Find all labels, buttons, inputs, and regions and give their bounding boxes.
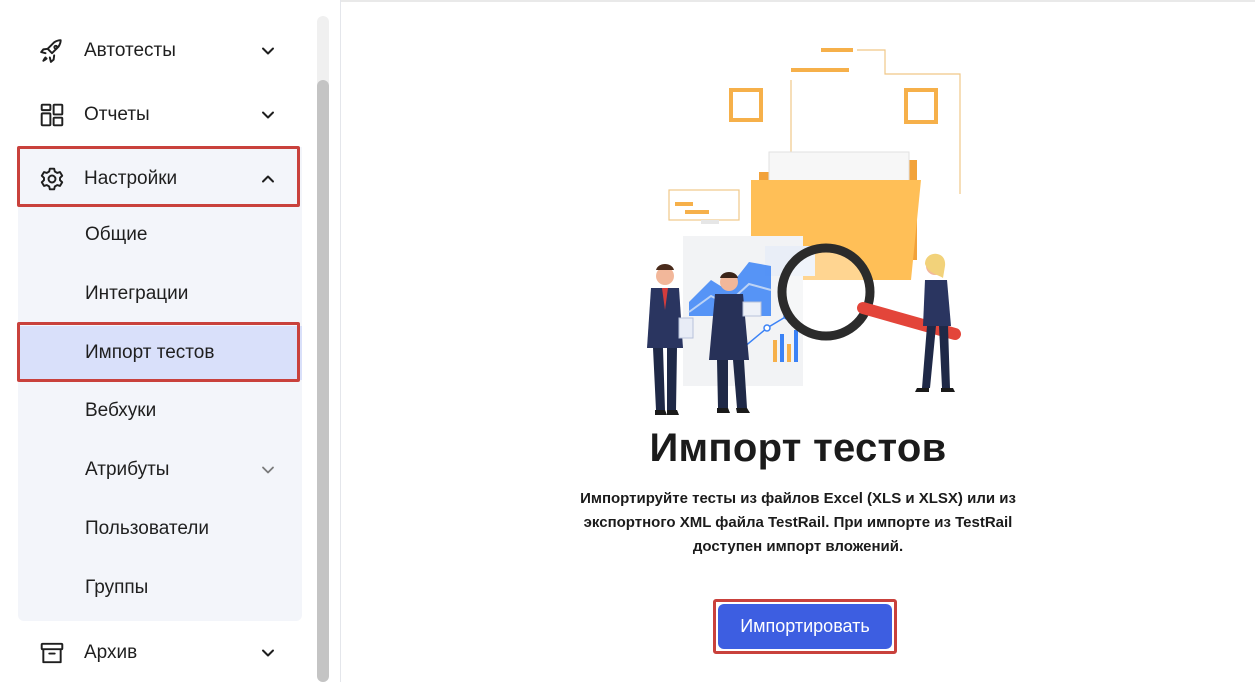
sidebar-subitem-label: Группы xyxy=(85,577,149,598)
sidebar-subitem-groups[interactable]: Группы xyxy=(18,562,302,614)
chevron-up-icon[interactable] xyxy=(256,167,280,191)
page-title: Импорт тестов xyxy=(649,426,947,470)
sidebar-subitem-label: Импорт тестов xyxy=(85,342,215,363)
sidebar-subitem-webhooks[interactable]: Вебхуки xyxy=(18,385,302,437)
description-line: экспортного XML файла TestRail. При импо… xyxy=(583,514,1013,531)
import-folder-illustration xyxy=(647,48,961,415)
sidebar-item-reports[interactable]: Отчеты xyxy=(18,89,302,141)
rocket-icon xyxy=(36,35,68,67)
description-line: Импортируйте тесты из файлов Excel (XLS … xyxy=(580,490,1016,507)
sidebar-subitem-import-tests[interactable]: Импорт тестов xyxy=(18,326,302,380)
sidebar-item-label: Настройки xyxy=(84,168,178,189)
sidebar-item-label: Автотесты xyxy=(84,40,176,61)
chevron-down-icon[interactable] xyxy=(256,641,280,665)
archive-icon xyxy=(36,637,68,669)
sidebar-subitem-label: Общие xyxy=(85,224,148,245)
app-frame: Автотесты Отчеты Настройки Общие Интегра… xyxy=(0,0,1255,682)
sidebar-item-label: Архив xyxy=(84,642,138,663)
sidebar-item-archive[interactable]: Архив xyxy=(18,627,302,679)
page-description: Импортируйте тесты из файлов Excel (XLS … xyxy=(561,487,1035,559)
sidebar-subitem-users[interactable]: Пользователи xyxy=(18,503,302,555)
sidebar-subitem-label: Пользователи xyxy=(85,518,210,539)
sidebar-subitem-general[interactable]: Общие xyxy=(18,209,302,261)
sidebar-subitem-label: Интеграции xyxy=(85,283,189,304)
sidebar-subitem-integrations[interactable]: Интеграции xyxy=(18,268,302,320)
chevron-down-icon[interactable] xyxy=(256,103,280,127)
sidebar-item-label: Отчеты xyxy=(84,104,150,125)
chevron-down-icon[interactable] xyxy=(256,39,280,63)
sidebar-subitem-label: Вебхуки xyxy=(85,400,157,421)
description-line: доступен импорт вложений. xyxy=(692,538,904,555)
chevron-down-icon[interactable] xyxy=(256,458,280,482)
sidebar-subitem-label: Атрибуты xyxy=(85,459,170,480)
sidebar: Автотесты Отчеты Настройки Общие Интегра… xyxy=(0,0,341,682)
sidebar-subitem-attributes[interactable]: Атрибуты xyxy=(18,444,302,496)
dashboard-icon xyxy=(36,99,68,131)
import-button[interactable]: Импортировать xyxy=(718,604,892,649)
scrollbar-thumb[interactable] xyxy=(317,80,329,682)
gear-icon xyxy=(36,163,68,195)
sidebar-item-autotests[interactable]: Автотесты xyxy=(18,25,302,77)
main-content: Импорт тестов Импортируйте тесты из файл… xyxy=(341,0,1255,682)
sidebar-item-settings[interactable]: Настройки xyxy=(18,153,302,205)
